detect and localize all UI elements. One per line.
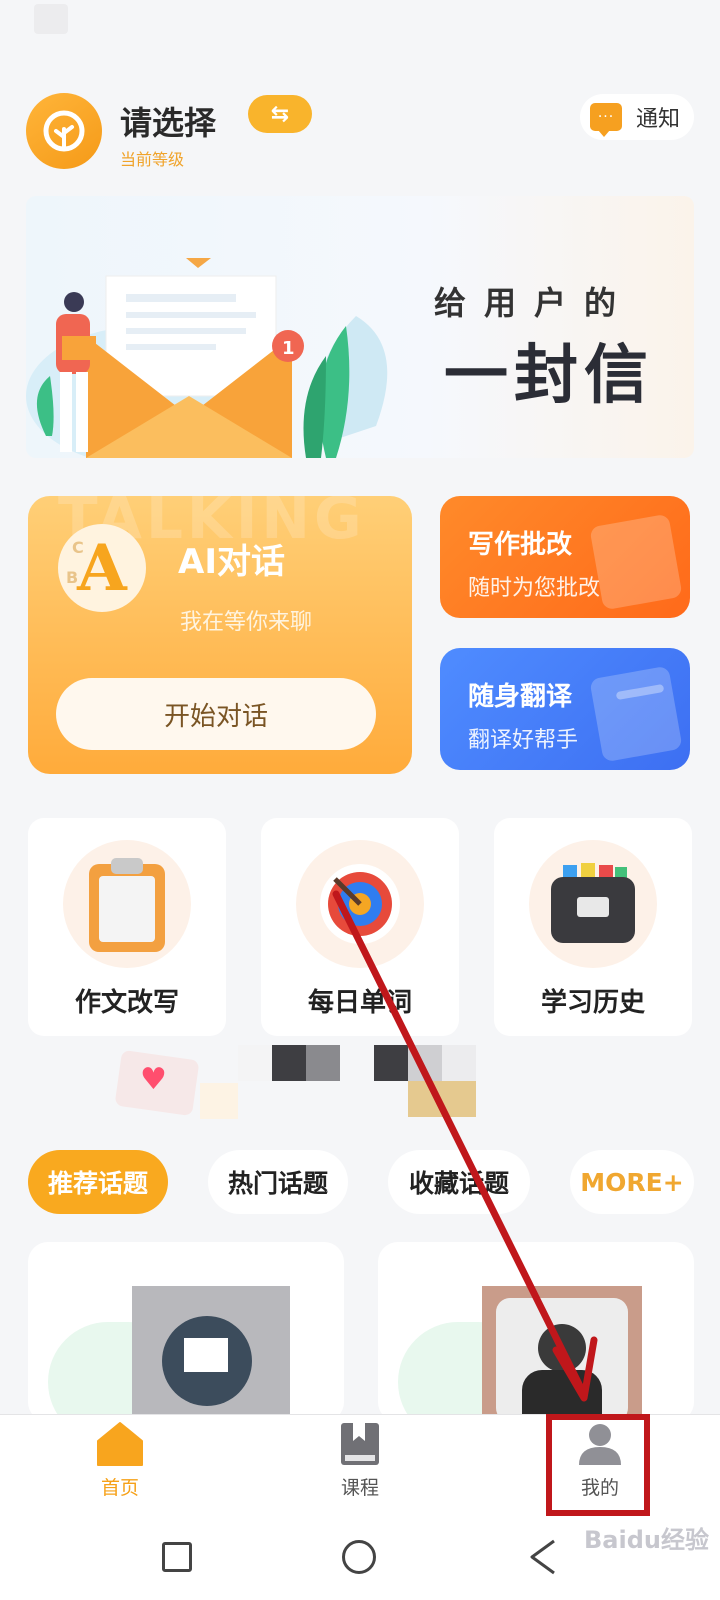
- baidu-watermark: Baidu经验: [584, 1526, 709, 1554]
- annotation-highlight-box: [546, 1414, 650, 1516]
- annotation-arrow: [332, 890, 598, 1402]
